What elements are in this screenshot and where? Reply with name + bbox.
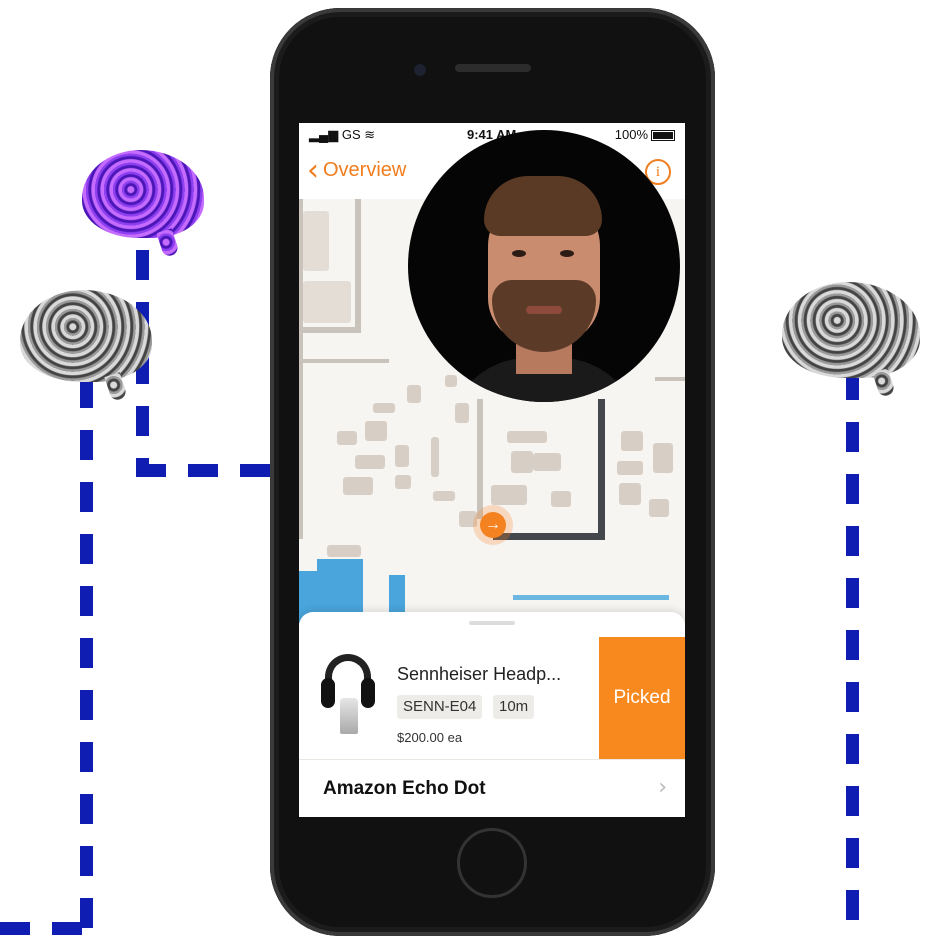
map-wall bbox=[299, 327, 361, 333]
picked-button[interactable]: Picked bbox=[599, 637, 685, 759]
map-shelf bbox=[407, 385, 421, 403]
map-shelf bbox=[617, 461, 643, 475]
back-chevron-icon: ‹ bbox=[307, 152, 319, 188]
signal-icon: ▂▄▆ GS ≋ bbox=[309, 127, 376, 142]
map-shelf bbox=[355, 455, 385, 469]
route-path bbox=[598, 399, 605, 540]
sheet-handle[interactable] bbox=[469, 621, 515, 625]
map-shelf bbox=[433, 491, 455, 501]
headphones-cup bbox=[321, 678, 335, 708]
map-shelf bbox=[373, 403, 395, 413]
back-button[interactable]: ‹ Overview bbox=[307, 152, 407, 188]
connector-line bbox=[0, 922, 92, 935]
map-shelf bbox=[395, 445, 409, 467]
phone-speaker bbox=[455, 64, 531, 72]
sku-tag: SENN-E04 bbox=[397, 695, 483, 719]
map-shelf bbox=[343, 477, 373, 495]
map-shelf bbox=[551, 491, 571, 507]
map-shelf bbox=[621, 431, 643, 451]
map-shelf bbox=[619, 483, 641, 505]
map-shelf bbox=[533, 453, 561, 471]
next-item-name[interactable]: Amazon Echo Dot bbox=[323, 778, 486, 800]
headphones-cup bbox=[361, 678, 375, 708]
carrier-label: GS bbox=[341, 127, 361, 142]
map-room bbox=[303, 281, 351, 323]
map-highlight-zone bbox=[513, 595, 669, 600]
map-shelf bbox=[395, 475, 411, 489]
brain-icon bbox=[82, 150, 204, 238]
product-price: $200.00 ea bbox=[397, 730, 463, 745]
presenter-hair bbox=[484, 176, 602, 236]
divider bbox=[299, 759, 685, 760]
battery-status: 100% bbox=[615, 127, 675, 142]
route-arrow-icon: → bbox=[480, 512, 506, 538]
connector-line bbox=[80, 378, 93, 937]
brain-icon bbox=[20, 290, 152, 382]
presenter-video bbox=[408, 130, 680, 402]
map-wall bbox=[655, 377, 685, 381]
connector-line bbox=[136, 464, 270, 477]
map-shelf bbox=[431, 437, 439, 477]
map-shelf bbox=[649, 499, 669, 517]
map-shelf bbox=[445, 375, 457, 387]
map-shelf bbox=[507, 431, 547, 443]
brain-icon bbox=[782, 282, 920, 378]
map-shelf bbox=[327, 545, 361, 557]
map-wall bbox=[477, 399, 483, 519]
map-shelf bbox=[653, 443, 673, 473]
back-label: Overview bbox=[323, 159, 407, 181]
item-sheet: Sennheiser Headp... SENN-E04 10m $200.00… bbox=[299, 612, 685, 817]
map-shelf bbox=[337, 431, 357, 445]
home-button[interactable] bbox=[457, 828, 527, 898]
presenter-beard bbox=[492, 280, 596, 352]
front-camera bbox=[414, 64, 426, 76]
map-shelf bbox=[491, 485, 527, 505]
map-wall bbox=[355, 199, 361, 331]
product-name: Sennheiser Headp... bbox=[397, 664, 562, 684]
headphones-stand bbox=[340, 698, 358, 734]
map-shelf bbox=[365, 421, 387, 441]
presenter-eye bbox=[560, 250, 574, 257]
wifi-icon: ≋ bbox=[364, 127, 376, 142]
map-room bbox=[303, 211, 329, 271]
distance-tag: 10m bbox=[493, 695, 535, 719]
current-location-pin[interactable]: → bbox=[473, 505, 513, 545]
battery-percent: 100% bbox=[614, 127, 648, 142]
map-shelf bbox=[455, 403, 469, 423]
chevron-right-icon[interactable]: › bbox=[658, 775, 667, 800]
map-shelf bbox=[511, 451, 533, 473]
connector-line bbox=[846, 370, 859, 937]
map-wall bbox=[299, 359, 389, 363]
headphones-image bbox=[319, 654, 377, 736]
battery-icon bbox=[651, 130, 675, 142]
presenter-eye bbox=[512, 250, 526, 257]
presenter-mouth bbox=[526, 306, 562, 314]
